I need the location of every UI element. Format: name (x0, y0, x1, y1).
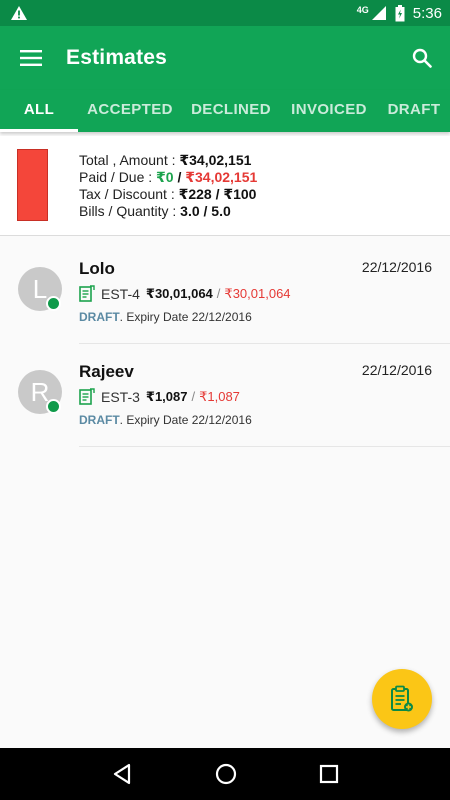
summary-bills-value: 3.0 / 5.0 (180, 203, 231, 219)
estimate-status-line: DRAFT. Expiry Date 22/12/2016 (79, 310, 252, 324)
search-icon (412, 48, 432, 68)
estimate-date: 22/12/2016 (361, 362, 432, 378)
status-left (10, 5, 28, 21)
summary-tax-value: ₹228 / ₹100 (178, 186, 257, 202)
tab-accepted[interactable]: ACCEPTED (82, 90, 178, 132)
estimate-due: ₹1,087 (199, 388, 240, 404)
customer-name: Rajeev (79, 362, 134, 381)
estimate-amount: ₹1,087 (145, 388, 188, 404)
estimate-doc-icon (79, 285, 95, 302)
amount-separator: / (191, 389, 196, 404)
estimate-expiry: . Expiry Date 22/12/2016 (119, 310, 252, 324)
summary-paid-value: ₹0 (156, 169, 174, 185)
estimate-number: EST-3 (101, 388, 140, 405)
app-bar: Estimates (0, 26, 450, 90)
recents-icon[interactable] (319, 764, 339, 784)
estimate-status: DRAFT (79, 310, 120, 324)
estimate-expiry: . Expiry Date 22/12/2016 (119, 413, 252, 427)
estimate-amount-row: EST-4 ₹30,01,064 / ₹30,01,064 (79, 285, 291, 302)
add-estimate-fab[interactable] (372, 669, 432, 729)
summary-lines: Total , Amount : ₹34,02,151 Paid / Due :… (79, 152, 257, 220)
network-type: 4G (356, 5, 369, 15)
summary-due-value: ₹34,02,151 (185, 169, 258, 185)
status-bar: 4G 5:36 (0, 0, 450, 26)
summary-card: Total , Amount : ₹34,02,151 Paid / Due :… (0, 136, 450, 236)
search-button[interactable] (394, 26, 450, 90)
summary-color-swatch (17, 149, 48, 221)
estimate-status-line: DRAFT. Expiry Date 22/12/2016 (79, 413, 252, 427)
home-icon[interactable] (215, 763, 237, 785)
menu-button[interactable] (0, 26, 62, 90)
estimate-list-item[interactable]: R Rajeev 22/12/2016 EST-3 ₹1,087 / ₹1,08… (0, 344, 450, 447)
signal-icon (371, 6, 386, 20)
page-title: Estimates (66, 46, 168, 69)
summary-bills-label: Bills / Quantity : (79, 203, 181, 219)
summary-paid-label: Paid / Due : (79, 169, 157, 185)
estimate-due: ₹30,01,064 (224, 285, 291, 301)
tab-all[interactable]: ALL (0, 90, 78, 132)
summary-paid-sep: / (173, 169, 186, 185)
summary-tax-label: Tax / Discount : (79, 186, 179, 202)
estimate-amount: ₹30,01,064 (145, 285, 213, 301)
divider (79, 446, 450, 447)
status-time: 5:36 (412, 4, 442, 22)
hamburger-menu-icon (20, 50, 42, 66)
summary-total-row: Total , Amount : ₹34,02,151 (79, 152, 257, 169)
estimate-doc-icon (79, 388, 95, 405)
warning-icon (11, 6, 27, 20)
back-icon[interactable] (111, 763, 133, 785)
amount-separator: / (216, 286, 221, 301)
estimate-number: EST-4 (101, 285, 140, 302)
status-right: 4G 5:36 (356, 4, 442, 22)
tab-declined[interactable]: DECLINED (186, 90, 276, 132)
clipboard-add-icon (391, 685, 413, 712)
summary-total-value: ₹34,02,151 (179, 152, 252, 168)
tab-invoiced[interactable]: INVOICED (284, 90, 374, 132)
estimate-list-item[interactable]: L Lolo 22/12/2016 EST-4 ₹30,01,064 / ₹30… (0, 241, 450, 344)
system-nav-bar (0, 748, 450, 800)
tab-bar: ALL ACCEPTED DECLINED INVOICED DRAFT (0, 90, 450, 132)
customer-name: Lolo (79, 259, 115, 278)
summary-paid-row: Paid / Due : ₹0 / ₹34,02,151 (79, 169, 257, 186)
summary-tax-row: Tax / Discount : ₹228 / ₹100 (79, 186, 257, 203)
status-dot (46, 296, 61, 311)
tab-draft[interactable]: DRAFT (383, 90, 445, 132)
summary-total-label: Total , Amount : (79, 152, 180, 168)
estimate-status: DRAFT (79, 413, 120, 427)
tab-indicator (0, 129, 78, 132)
summary-bills-row: Bills / Quantity : 3.0 / 5.0 (79, 203, 257, 220)
battery-icon (395, 4, 405, 21)
estimate-date: 22/12/2016 (361, 259, 432, 275)
status-dot (46, 399, 61, 414)
estimate-amount-row: EST-3 ₹1,087 / ₹1,087 (79, 388, 240, 405)
